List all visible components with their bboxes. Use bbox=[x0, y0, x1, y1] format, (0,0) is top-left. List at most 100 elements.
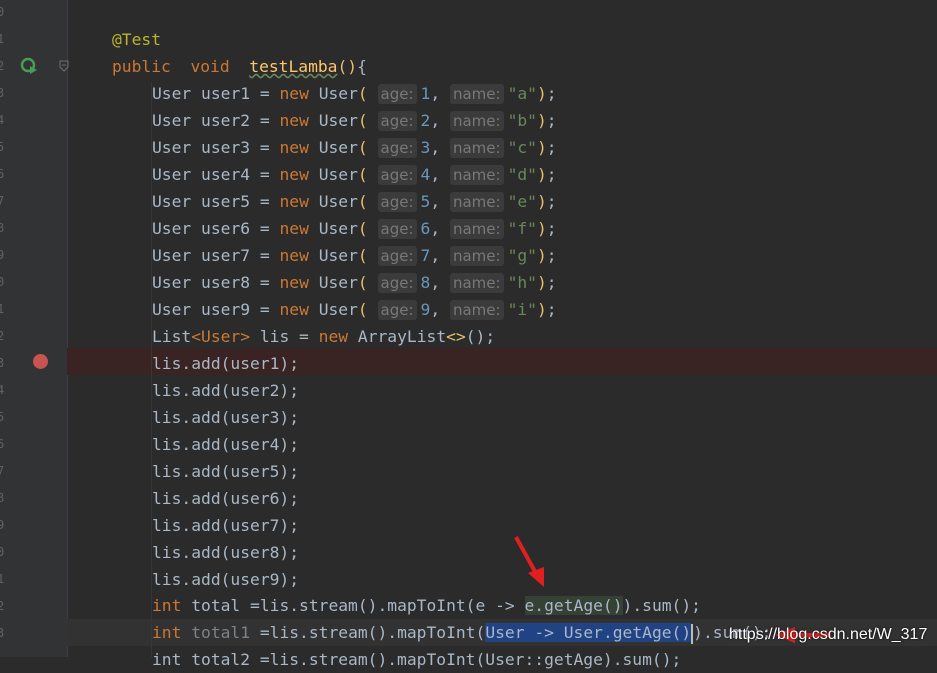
paren: ( bbox=[357, 192, 368, 211]
param-hint: name: bbox=[449, 300, 504, 320]
paren: ( bbox=[357, 300, 368, 319]
number-literal: 7 bbox=[420, 246, 431, 265]
class-name: User bbox=[318, 192, 358, 211]
code-line: lis.add(user6); bbox=[152, 489, 300, 508]
line-number: 0 bbox=[0, 275, 5, 289]
keyword: new bbox=[279, 246, 309, 265]
type: User bbox=[152, 273, 192, 292]
paren: ) bbox=[536, 84, 547, 103]
red-arrow-icon bbox=[514, 536, 544, 587]
paren: ( bbox=[357, 219, 368, 238]
keyword: new bbox=[279, 111, 309, 130]
code-line: User user9 = new User( age: 9, name: "i"); bbox=[152, 300, 557, 320]
code-line: List<User> lis = new ArrayList<>(); bbox=[152, 323, 495, 350]
paren: ) bbox=[536, 273, 547, 292]
param-hint: name: bbox=[449, 219, 504, 239]
unused-variable: total1 bbox=[181, 623, 251, 642]
string-literal: "e" bbox=[507, 192, 537, 211]
annotation: @Test bbox=[112, 30, 162, 49]
param-hint: name: bbox=[449, 165, 504, 185]
keyword: void bbox=[190, 57, 230, 76]
type: User bbox=[152, 165, 192, 184]
keyword: new bbox=[318, 327, 349, 346]
keyword: int bbox=[152, 596, 182, 615]
code-line: int total1 =lis.stream().mapToInt(User -… bbox=[152, 619, 772, 646]
type: User bbox=[152, 111, 192, 130]
line-number: 2 bbox=[0, 599, 5, 613]
paren: ( bbox=[357, 138, 368, 157]
paren: ) bbox=[536, 165, 547, 184]
run-test-icon[interactable] bbox=[20, 57, 38, 75]
code-line: lis.add(user3); bbox=[152, 408, 300, 427]
code-text: =lis.stream().mapToInt( bbox=[250, 623, 486, 642]
paren: ( bbox=[357, 165, 368, 184]
param-hint: age: bbox=[377, 111, 417, 131]
string-literal: "h" bbox=[507, 273, 537, 292]
number-literal: 9 bbox=[420, 300, 431, 319]
type: User bbox=[152, 300, 192, 319]
code-text: (); bbox=[465, 327, 496, 346]
string-literal: "f" bbox=[507, 219, 537, 238]
number-literal: 4 bbox=[420, 165, 431, 184]
line-number: 1 bbox=[0, 572, 5, 586]
variable: user6 bbox=[201, 219, 251, 238]
class-name: User bbox=[318, 165, 358, 184]
generic: <User> bbox=[191, 327, 251, 346]
line-number: 4 bbox=[0, 113, 5, 127]
line-number: 9 bbox=[0, 248, 5, 262]
line-number: 0 bbox=[0, 5, 5, 19]
selected-expression: User -> User.getAge() bbox=[485, 623, 692, 642]
string-literal: "d" bbox=[507, 165, 537, 184]
keyword: new bbox=[279, 84, 309, 103]
param-hint: name: bbox=[449, 84, 504, 104]
paren: () bbox=[337, 57, 358, 76]
line-number: 5 bbox=[0, 410, 5, 424]
number-literal: 3 bbox=[420, 138, 431, 157]
type: User bbox=[152, 192, 192, 211]
code-line: lis.add(user8); bbox=[152, 543, 300, 562]
code-line: User user4 = new User( age: 4, name: "d"); bbox=[152, 165, 557, 185]
number-literal: 1 bbox=[420, 84, 431, 103]
code-line: public void testLamba(){ bbox=[112, 53, 367, 80]
string-literal: "a" bbox=[507, 84, 537, 103]
keyword: new bbox=[279, 165, 309, 184]
code-line: User user8 = new User( age: 8, name: "h"); bbox=[152, 273, 557, 293]
variable: user1 bbox=[201, 84, 251, 103]
type: User bbox=[152, 246, 192, 265]
code-line: lis.add(user4); bbox=[152, 435, 300, 454]
line-number: 5 bbox=[0, 140, 5, 154]
param-hint: age: bbox=[377, 273, 417, 293]
breakpoint-icon[interactable] bbox=[33, 354, 48, 369]
code-line: @Test bbox=[112, 26, 161, 53]
class-name: User bbox=[318, 138, 358, 157]
variable: user8 bbox=[201, 273, 251, 292]
paren: ( bbox=[357, 273, 368, 292]
code-line: lis.add(user5); bbox=[152, 462, 300, 481]
param-hint: age: bbox=[377, 219, 417, 239]
keyword: new bbox=[279, 138, 309, 157]
line-number: 2 bbox=[0, 59, 5, 73]
code-line: User user3 = new User( age: 3, name: "c"); bbox=[152, 138, 557, 158]
keyword: new bbox=[279, 192, 309, 211]
variable: user9 bbox=[201, 300, 251, 319]
class-name: User bbox=[318, 219, 358, 238]
line-number: 2 bbox=[0, 329, 5, 343]
param-hint: name: bbox=[449, 192, 504, 212]
param-hint: name: bbox=[449, 246, 504, 266]
variable: user7 bbox=[201, 246, 251, 265]
code-line: User user1 = new User( age: 1, name: "a"); bbox=[152, 84, 557, 104]
paren: ( bbox=[357, 84, 368, 103]
code-text: lis = bbox=[250, 327, 319, 346]
param-hint: age: bbox=[377, 300, 417, 320]
param-hint: name: bbox=[449, 273, 504, 293]
class-name: User bbox=[318, 273, 358, 292]
code-line: lis.add(user9); bbox=[152, 570, 300, 589]
paren: ( bbox=[357, 246, 368, 265]
type: User bbox=[152, 219, 192, 238]
line-number: 6 bbox=[0, 167, 5, 181]
keyword: int bbox=[152, 623, 182, 642]
type: List bbox=[152, 327, 192, 346]
fold-icon[interactable] bbox=[59, 60, 69, 72]
paren: ) bbox=[536, 111, 547, 130]
watermark: https://blog.csdn.net/W_317 bbox=[729, 626, 928, 643]
